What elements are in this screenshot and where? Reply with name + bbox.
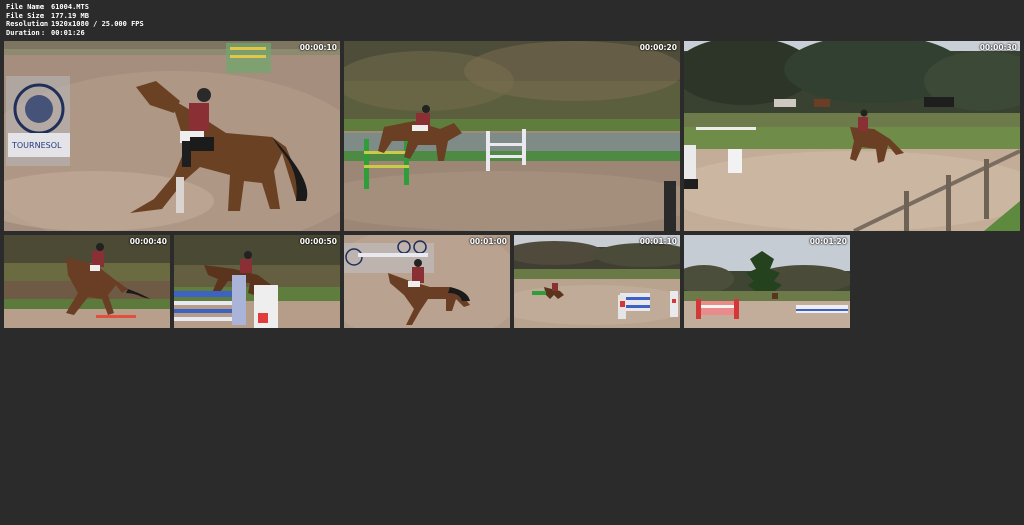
frame-image xyxy=(344,41,680,231)
thumbnail-frame-8[interactable]: 00:01:20 xyxy=(684,235,850,328)
resolution-row: Resolution : 1920x1080 / 25.000 FPS xyxy=(6,20,144,29)
thumbnail-frame-4[interactable]: 00:00:40 xyxy=(4,235,170,328)
separator: : xyxy=(41,3,46,11)
frame-image xyxy=(4,235,170,328)
file-size-row: File Size : 177.19 MB xyxy=(6,12,144,21)
file-size-value: 177.19 MB xyxy=(51,11,89,20)
thumbnail-frame-3[interactable]: 00:00:30 xyxy=(684,41,1020,231)
timestamp-label: 00:01:10 xyxy=(639,237,677,246)
thumbnail-frame-2[interactable]: 00:00:20 xyxy=(344,41,680,231)
timestamp-label: 00:01:00 xyxy=(469,237,507,246)
sign-text: TOURNESOL xyxy=(11,141,62,150)
thumbnail-frame-1[interactable]: TOURNESOL 00:00:10 xyxy=(4,41,340,231)
timestamp-label: 00:00:10 xyxy=(299,43,337,52)
frame-image xyxy=(174,235,340,328)
timestamp-label: 00:00:50 xyxy=(299,237,337,246)
frame-image: TOURNESOL xyxy=(4,41,340,231)
thumbnail-frame-7[interactable]: 00:01:10 xyxy=(514,235,680,328)
separator: : xyxy=(41,28,46,37)
duration-value: 00:01:26 xyxy=(51,28,85,37)
duration-row: Duration : 00:01:26 xyxy=(6,29,144,38)
frame-image xyxy=(684,41,1020,231)
file-info-panel: File Name : 61004.MTS File Size : 177.19… xyxy=(6,3,144,37)
file-name-label: File Name xyxy=(6,3,44,11)
timestamp-label: 00:01:20 xyxy=(809,237,847,246)
thumbnail-frame-6[interactable]: 00:01:00 xyxy=(344,235,510,328)
frame-image xyxy=(344,235,510,328)
timestamp-label: 00:00:30 xyxy=(979,43,1017,52)
thumbnail-frame-5[interactable]: 00:00:50 xyxy=(174,235,340,328)
resolution-value: 1920x1080 / 25.000 FPS xyxy=(51,20,144,29)
duration-label: Duration xyxy=(6,28,40,37)
file-name-row: File Name : 61004.MTS xyxy=(6,3,144,12)
separator: : xyxy=(41,20,46,29)
timestamp-label: 00:00:40 xyxy=(129,237,167,246)
file-size-label: File Size xyxy=(6,11,44,20)
separator: : xyxy=(41,11,46,20)
file-name-value: 61004.MTS xyxy=(51,3,89,11)
frame-image xyxy=(684,235,850,328)
frame-image xyxy=(514,235,680,328)
timestamp-label: 00:00:20 xyxy=(639,43,677,52)
resolution-label: Resolution xyxy=(6,20,49,29)
